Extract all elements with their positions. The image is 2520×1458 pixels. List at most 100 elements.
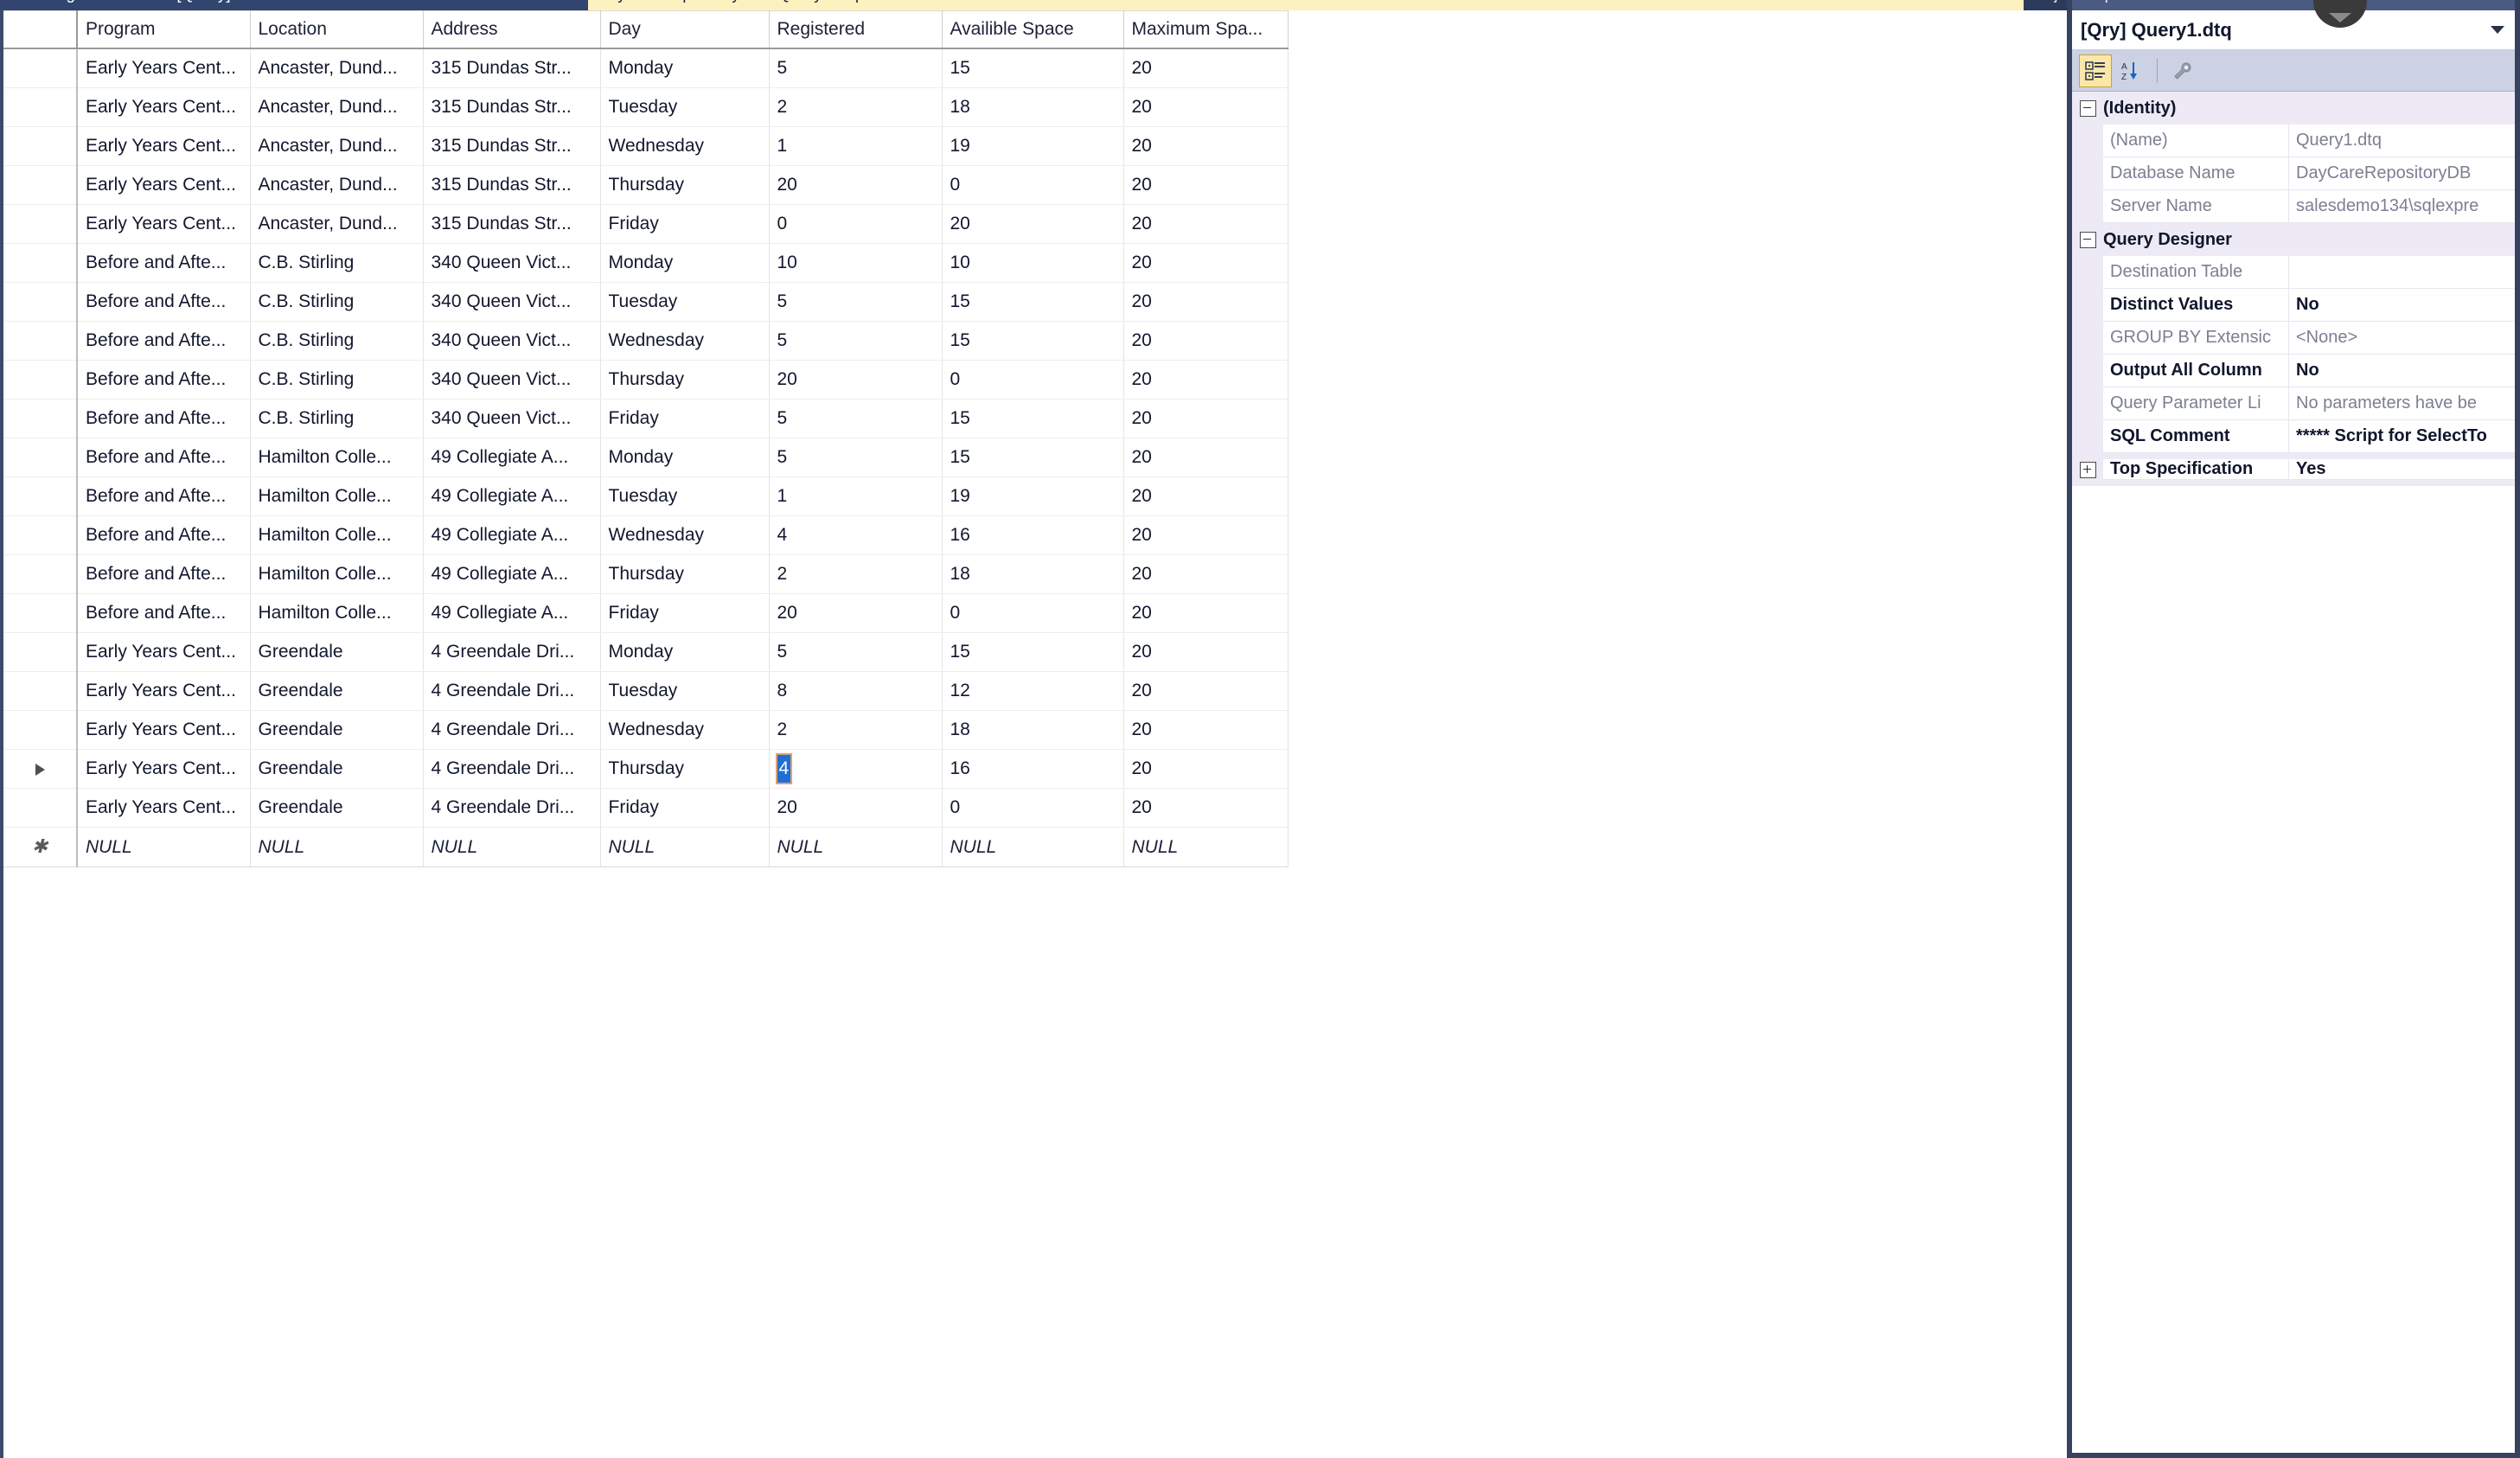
property-row[interactable]: Database Name DayCareRepositoryDB bbox=[2072, 157, 2515, 190]
row-selector[interactable] bbox=[3, 48, 78, 88]
row-selector[interactable] bbox=[3, 87, 78, 127]
cell-registered[interactable]: 5 bbox=[769, 399, 943, 438]
cell-program[interactable]: Before and Afte... bbox=[77, 399, 251, 438]
cell-address[interactable]: 4 Greendale Dri... bbox=[423, 632, 601, 672]
collapse-icon[interactable] bbox=[2072, 99, 2103, 117]
cell-program[interactable]: Early Years Cent... bbox=[77, 204, 251, 244]
row-selector[interactable] bbox=[3, 671, 78, 711]
property-row[interactable]: SQL Comment ***** Script for SelectTo bbox=[2072, 420, 2515, 453]
cell-maximum_space[interactable]: 20 bbox=[1123, 243, 1289, 283]
cell-day[interactable]: Tuesday bbox=[600, 476, 770, 516]
cell-program[interactable]: Early Years Cent... bbox=[77, 788, 251, 828]
cell-registered[interactable]: 20 bbox=[769, 788, 943, 828]
cell-day[interactable]: Friday bbox=[600, 788, 770, 828]
property-row[interactable]: GROUP BY Extensic <None> bbox=[2072, 322, 2515, 355]
table-row[interactable]: Early Years Cent... Greendale 4 Greendale … bbox=[3, 632, 1289, 672]
cell-program[interactable]: Early Years Cent... bbox=[77, 48, 251, 88]
cell-maximum_space[interactable]: 20 bbox=[1123, 554, 1289, 594]
cell-day[interactable]: Friday bbox=[600, 204, 770, 244]
properties-object-selector[interactable]: [Qry] Query1.dtq bbox=[2072, 10, 2515, 50]
cell-maximum_space[interactable]: 20 bbox=[1123, 126, 1289, 166]
cell-registered[interactable]: 5 bbox=[769, 48, 943, 88]
cell-maximum_space[interactable]: 20 bbox=[1123, 671, 1289, 711]
cell-registered[interactable]: 2 bbox=[769, 554, 943, 594]
cell-day[interactable]: Friday bbox=[600, 399, 770, 438]
property-value[interactable]: DayCareRepositoryDB bbox=[2289, 157, 2515, 190]
row-selector[interactable] bbox=[3, 710, 78, 750]
cell-location[interactable]: Hamilton Colle... bbox=[250, 593, 424, 633]
table-row[interactable]: Before and Afte... Hamilton Colle... 49 Co… bbox=[3, 438, 1289, 477]
table-row[interactable]: Early Years Cent... Greendale 4 Greendale … bbox=[3, 671, 1289, 711]
cell-location[interactable]: C.B. Stirling bbox=[250, 399, 424, 438]
cell-availible_space[interactable]: 15 bbox=[942, 321, 1124, 361]
cell-program[interactable]: Early Years Cent... bbox=[77, 632, 251, 672]
cell-program[interactable]: Before and Afte... bbox=[77, 438, 251, 477]
cell-day[interactable]: Wednesday bbox=[600, 515, 770, 555]
cell-program[interactable]: Before and Afte... bbox=[77, 243, 251, 283]
cell-maximum_space[interactable]: 20 bbox=[1123, 476, 1289, 516]
property-value[interactable]: No parameters have be bbox=[2289, 387, 2515, 420]
table-row[interactable]: ✱ NULL NULL NULL NULL NULL NULL NULL bbox=[3, 827, 1289, 867]
cell-registered[interactable]: 20 bbox=[769, 165, 943, 205]
cell-location[interactable]: C.B. Stirling bbox=[250, 321, 424, 361]
row-selector[interactable] bbox=[3, 243, 78, 283]
cell-address[interactable]: 315 Dundas Str... bbox=[423, 87, 601, 127]
property-pages-icon[interactable] bbox=[2166, 54, 2199, 87]
cell-day[interactable]: Thursday bbox=[600, 360, 770, 400]
cell-day[interactable]: Monday bbox=[600, 438, 770, 477]
cell-address[interactable]: 340 Queen Vict... bbox=[423, 321, 601, 361]
cell-program[interactable]: Early Years Cent... bbox=[77, 87, 251, 127]
column-header-address[interactable]: Address bbox=[423, 10, 601, 49]
cell-address[interactable]: 315 Dundas Str... bbox=[423, 126, 601, 166]
property-value[interactable]: Query1.dtq bbox=[2289, 125, 2515, 157]
table-row[interactable]: Before and Afte... C.B. Stirling 340 Queen… bbox=[3, 321, 1289, 361]
expand-icon[interactable] bbox=[2072, 461, 2103, 478]
cell-day[interactable]: Monday bbox=[600, 243, 770, 283]
row-selector[interactable] bbox=[3, 165, 78, 205]
cell-program[interactable]: Before and Afte... bbox=[77, 321, 251, 361]
cell-address[interactable]: 340 Queen Vict... bbox=[423, 243, 601, 283]
table-row[interactable]: Before and Afte... C.B. Stirling 340 Queen… bbox=[3, 399, 1289, 438]
cell-registered[interactable]: 20 bbox=[769, 593, 943, 633]
cell-maximum_space[interactable]: 20 bbox=[1123, 399, 1289, 438]
row-current-marker[interactable] bbox=[3, 749, 78, 789]
cell-program[interactable]: Before and Afte... bbox=[77, 554, 251, 594]
categorized-icon[interactable] bbox=[2079, 54, 2112, 87]
property-row[interactable]: Output All Column No bbox=[2072, 355, 2515, 387]
alphabetical-sort-icon[interactable]: A Z bbox=[2115, 54, 2148, 87]
cell-location[interactable]: Ancaster, Dund... bbox=[250, 165, 424, 205]
cell-location[interactable]: Greendale bbox=[250, 788, 424, 828]
property-category[interactable]: (Identity) bbox=[2072, 92, 2515, 125]
cell-maximum_space[interactable]: 20 bbox=[1123, 710, 1289, 750]
cell-location[interactable]: Greendale bbox=[250, 710, 424, 750]
column-header-program[interactable]: Program bbox=[77, 10, 251, 49]
cell-registered[interactable]: 20 bbox=[769, 360, 943, 400]
cell-program[interactable]: Before and Afte... bbox=[77, 515, 251, 555]
cell-address[interactable]: 49 Collegiate A... bbox=[423, 554, 601, 594]
property-value[interactable]: <None> bbox=[2289, 322, 2515, 355]
cell-registered[interactable]: 0 bbox=[769, 204, 943, 244]
cell-registered[interactable]: 10 bbox=[769, 243, 943, 283]
cell-address[interactable]: 49 Collegiate A... bbox=[423, 515, 601, 555]
cell-address[interactable]: 4 Greendale Dri... bbox=[423, 788, 601, 828]
cell-maximum_space[interactable]: 20 bbox=[1123, 87, 1289, 127]
chevron-down-icon[interactable] bbox=[2491, 26, 2504, 34]
cell-location[interactable]: C.B. Stirling bbox=[250, 360, 424, 400]
cell-availible_space[interactable]: 0 bbox=[942, 360, 1124, 400]
cell-availible_space[interactable]: 18 bbox=[942, 554, 1124, 594]
cell-availible_space[interactable]: 19 bbox=[942, 476, 1124, 516]
cell-availible_space[interactable]: 15 bbox=[942, 48, 1124, 88]
column-header-rowselector[interactable] bbox=[3, 10, 78, 49]
row-selector[interactable] bbox=[3, 360, 78, 400]
cell-address[interactable]: 4 Greendale Dri... bbox=[423, 710, 601, 750]
cell-registered[interactable]: 8 bbox=[769, 671, 943, 711]
cell-availible_space[interactable]: 18 bbox=[942, 710, 1124, 750]
cell-address[interactable]: 49 Collegiate A... bbox=[423, 476, 601, 516]
table-row[interactable]: Early Years Cent... Ancaster, Dund... 315 … bbox=[3, 126, 1289, 166]
table-row[interactable]: Before and Afte... C.B. Stirling 340 Queen… bbox=[3, 282, 1289, 322]
cell-program[interactable]: Before and Afte... bbox=[77, 593, 251, 633]
cell-day[interactable]: Monday bbox=[600, 632, 770, 672]
cell-address[interactable]: NULL bbox=[423, 827, 601, 867]
cell-availible_space[interactable]: 15 bbox=[942, 399, 1124, 438]
results-grid-scroll-area[interactable]: Program Location Address Day Registered … bbox=[3, 10, 2067, 1458]
